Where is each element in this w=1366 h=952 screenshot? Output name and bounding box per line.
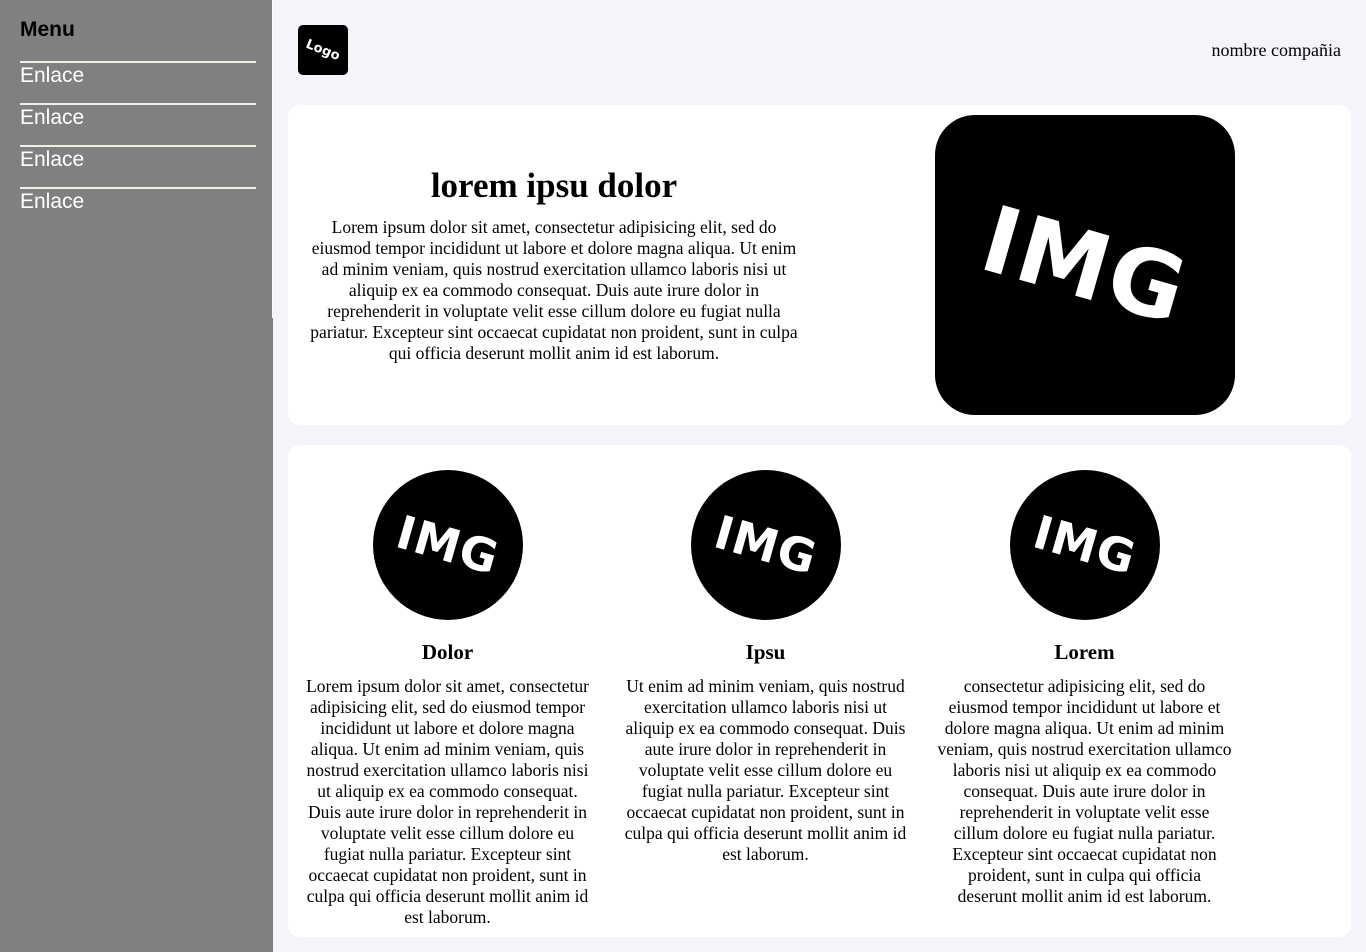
feature-body: Ut enim ad minim veniam, quis nostrud ex… — [624, 676, 907, 864]
sidebar: Menu Enlace Enlace Enlace Enlace — [0, 0, 273, 952]
company-name: nombre compañia — [1211, 40, 1341, 60]
feature-image-placeholder: IMG — [1009, 470, 1160, 620]
sidebar-divider — [272, 0, 273, 318]
hero-body: Lorem ipsum dolor sit amet, consectetur … — [310, 217, 798, 363]
feature-title: Lorem — [1054, 640, 1115, 664]
sidebar-link-3[interactable]: Enlace — [20, 145, 256, 187]
feature-image-label: IMG — [1027, 504, 1142, 586]
feature-ipsu: IMG Ipsu Ut enim ad minim veniam, quis n… — [618, 445, 913, 865]
hero-text: lorem ipsu dolor Lorem ipsum dolor sit a… — [302, 165, 806, 364]
menu-title: Menu — [20, 18, 75, 41]
sidebar-link-4[interactable]: Enlace — [20, 187, 256, 229]
feature-body: Lorem ipsum dolor sit amet, consectetur … — [306, 676, 589, 927]
logo-text: Logo — [303, 36, 343, 64]
hero-title: lorem ipsu dolor — [430, 166, 678, 205]
hero-image-label: IMG — [970, 185, 1200, 345]
sidebar-link-2[interactable]: Enlace — [20, 103, 256, 145]
hero-card: lorem ipsu dolor Lorem ipsum dolor sit a… — [288, 105, 1351, 425]
feature-title: Dolor — [421, 640, 474, 664]
feature-body: consectetur adipisicing elit, sed do eiu… — [937, 676, 1232, 906]
feature-image-placeholder: IMG — [690, 470, 841, 620]
feature-title: Ipsu — [745, 640, 786, 664]
feature-lorem: IMG Lorem consectetur adipisicing elit, … — [937, 445, 1232, 907]
feature-image-label: IMG — [390, 504, 505, 586]
hero-image-placeholder: IMG — [935, 115, 1235, 415]
features-card: IMG Dolor Lorem ipsum dolor sit amet, co… — [288, 445, 1351, 937]
sidebar-link-1[interactable]: Enlace — [20, 61, 256, 103]
feature-image-placeholder: IMG — [372, 470, 523, 620]
feature-image-label: IMG — [708, 504, 823, 586]
logo[interactable]: Logo — [298, 25, 348, 75]
nav-list: Enlace Enlace Enlace Enlace — [20, 61, 256, 229]
feature-dolor: IMG Dolor Lorem ipsum dolor sit amet, co… — [300, 445, 595, 928]
